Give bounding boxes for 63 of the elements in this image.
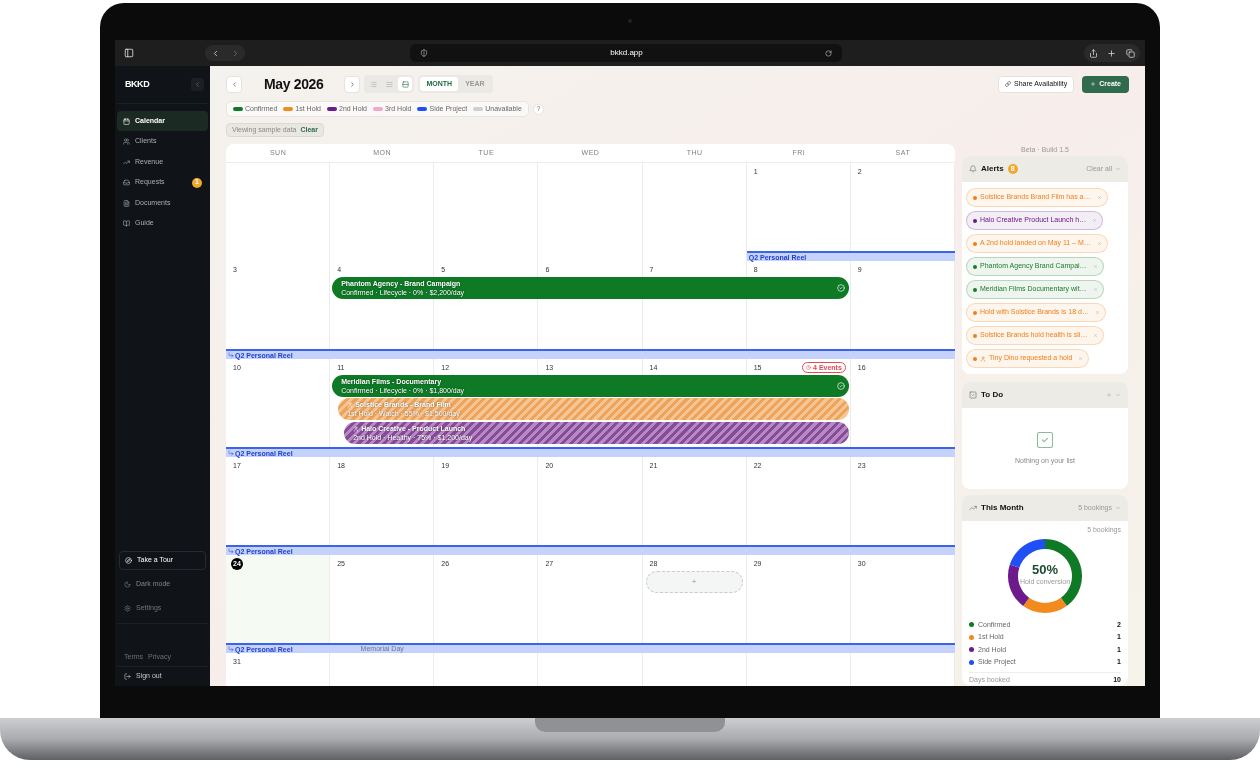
continue-arrow-icon bbox=[228, 548, 234, 554]
view-mode-button[interactable] bbox=[398, 77, 413, 91]
continue-arrow-icon bbox=[228, 450, 234, 456]
chevron-down-icon bbox=[1115, 166, 1121, 172]
tabs-icon[interactable] bbox=[1126, 48, 1136, 58]
view-icon bbox=[401, 80, 409, 88]
view-icon bbox=[385, 80, 393, 88]
nav-icon bbox=[123, 117, 130, 125]
add-event-slot[interactable]: + bbox=[645, 571, 743, 593]
chevron-left-icon bbox=[194, 81, 201, 88]
close-icon[interactable] bbox=[1092, 218, 1098, 223]
header-icon bbox=[969, 504, 977, 512]
sidebar-toggle-icon[interactable] bbox=[124, 48, 134, 58]
nav-icon bbox=[123, 199, 130, 207]
conversion-value: 50% bbox=[1032, 563, 1058, 577]
card-title: This Month bbox=[981, 502, 1024, 514]
nav-icon bbox=[123, 158, 130, 166]
nav-icon bbox=[123, 138, 130, 145]
person-icon bbox=[347, 401, 354, 408]
chevron-right-icon bbox=[348, 80, 356, 88]
close-icon[interactable] bbox=[1092, 264, 1098, 269]
checkbox-icon bbox=[1035, 430, 1055, 451]
next-month-button[interactable] bbox=[344, 75, 361, 93]
app-logo: BKKD bbox=[125, 77, 150, 91]
person-icon bbox=[353, 425, 360, 432]
close-icon[interactable] bbox=[1092, 287, 1098, 292]
close-icon[interactable] bbox=[1094, 310, 1100, 315]
clock-icon bbox=[806, 365, 812, 370]
close-icon[interactable] bbox=[1096, 195, 1102, 200]
month-title: May 2026 bbox=[264, 74, 324, 94]
chevron-left-icon bbox=[230, 80, 238, 88]
plus-icon bbox=[1090, 81, 1097, 87]
nav-icon bbox=[123, 220, 130, 227]
header-icon bbox=[969, 165, 977, 173]
nav-icon bbox=[123, 179, 130, 186]
chevron-down-icon[interactable] bbox=[1115, 392, 1121, 398]
action-icon bbox=[125, 557, 132, 564]
check-circle-icon bbox=[836, 284, 845, 292]
close-icon[interactable] bbox=[1078, 356, 1084, 361]
share-icon[interactable] bbox=[1088, 48, 1098, 58]
reload-icon[interactable] bbox=[825, 49, 832, 57]
close-icon[interactable] bbox=[1096, 241, 1102, 246]
card-title: To Do bbox=[981, 389, 1004, 401]
previous-month-button[interactable] bbox=[226, 75, 242, 93]
collapse-button[interactable] bbox=[191, 78, 204, 91]
action-icon bbox=[124, 605, 131, 612]
sign-out-icon bbox=[124, 673, 131, 680]
view-icon bbox=[369, 80, 377, 88]
new-tab-icon[interactable] bbox=[1107, 48, 1117, 58]
person-icon bbox=[980, 355, 986, 362]
add-icon[interactable] bbox=[1106, 392, 1112, 398]
shield-icon bbox=[420, 49, 428, 57]
chevron-down-icon bbox=[1115, 505, 1121, 511]
continue-arrow-icon bbox=[228, 646, 234, 652]
check-circle-icon bbox=[836, 382, 845, 390]
link-icon bbox=[1005, 81, 1011, 87]
continue-arrow-icon bbox=[228, 352, 234, 358]
url-text: bkkd.app bbox=[609, 47, 644, 59]
address-bar[interactable]: bkkd.app bbox=[410, 44, 842, 62]
close-icon[interactable] bbox=[1093, 333, 1099, 338]
header-icon bbox=[969, 391, 977, 399]
card-title: Alerts bbox=[981, 163, 1004, 175]
action-icon bbox=[124, 581, 131, 588]
